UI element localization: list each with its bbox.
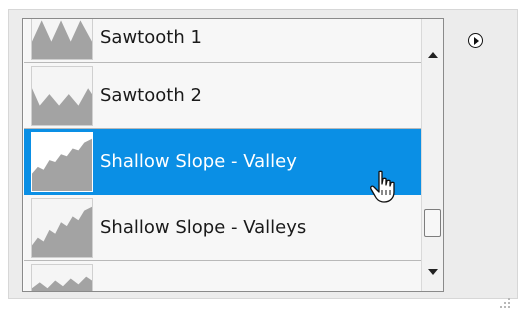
list-item-partial[interactable] <box>24 261 421 291</box>
scroll-thumb[interactable] <box>424 209 441 237</box>
hand-pointer-cursor-icon <box>370 170 395 203</box>
vertical-scrollbar[interactable] <box>421 19 443 291</box>
resize-grip-icon[interactable] <box>498 296 512 310</box>
preset-list-items: Sawtooth 1 Sawtooth 2 Shallow Slope - Va… <box>24 19 421 291</box>
list-item-shallow-slope-valley[interactable]: Shallow Slope - Valley <box>24 129 421 195</box>
scroll-up-arrow-icon[interactable] <box>428 52 438 58</box>
preset-preview-icon <box>31 264 93 291</box>
scroll-down-arrow-icon[interactable] <box>428 269 438 275</box>
sawtooth-1-preview-icon <box>31 19 93 60</box>
list-item-sawtooth-2[interactable]: Sawtooth 2 <box>24 63 421 129</box>
shallow-slope-valley-preview-icon <box>31 132 93 192</box>
list-item-shallow-slope-valleys[interactable]: Shallow Slope - Valleys <box>24 195 421 261</box>
list-item-label: Shallow Slope - Valleys <box>100 217 307 238</box>
list-item-label: Sawtooth 2 <box>100 85 202 106</box>
shallow-slope-valleys-preview-icon <box>31 198 93 258</box>
list-item-label: Sawtooth 1 <box>100 27 202 48</box>
sawtooth-2-preview-icon <box>31 66 93 126</box>
flyout-menu-icon[interactable] <box>468 33 483 48</box>
list-item-sawtooth-1[interactable]: Sawtooth 1 <box>24 19 421 63</box>
preset-list[interactable]: Sawtooth 1 Sawtooth 2 Shallow Slope - Va… <box>22 18 444 292</box>
list-item-label: Shallow Slope - Valley <box>100 151 297 172</box>
